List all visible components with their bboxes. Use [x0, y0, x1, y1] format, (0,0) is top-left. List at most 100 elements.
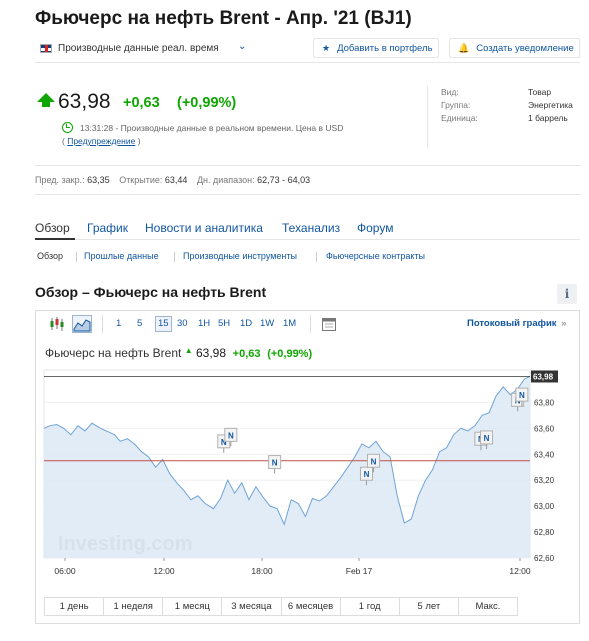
- unit-value: 1 баррель: [528, 113, 568, 123]
- realtime-note: 13:31:28 - Производные данные в реальном…: [80, 123, 344, 133]
- warning-close-paren: ): [137, 136, 141, 146]
- subtab-overview[interactable]: Обзор: [37, 251, 63, 261]
- chart-change: +0,63: [232, 348, 261, 360]
- news-marker-label: N: [228, 431, 234, 440]
- last-price: 63,98: [58, 90, 111, 113]
- x-tick-label: 12:00: [509, 566, 531, 576]
- tab-chart[interactable]: График: [87, 221, 128, 235]
- interval-1w[interactable]: 1W: [260, 318, 274, 329]
- info-icon[interactable]: i: [557, 284, 577, 304]
- up-small-icon: ▲: [184, 346, 193, 355]
- interval-30[interactable]: 30: [177, 318, 188, 329]
- interval-5h[interactable]: 5H: [218, 318, 230, 329]
- create-alert-button[interactable]: 🔔 Создать уведомление: [449, 38, 580, 58]
- page-title: Фьючерс на нефть Brent - Апр. '21 (BJ1): [35, 8, 412, 29]
- period-1d[interactable]: 1 день: [45, 598, 105, 615]
- create-alert-label: Создать уведомление: [476, 42, 574, 54]
- section-title: Обзор – Фьючерс на нефть Brent: [35, 284, 267, 300]
- bell-icon: 🔔: [458, 42, 470, 53]
- star-icon: ★: [322, 42, 331, 53]
- add-to-portfolio-label: Добавить в портфель: [337, 42, 433, 54]
- interval-1h[interactable]: 1H: [198, 318, 210, 329]
- chart-instrument-name: Фьючерс на нефть Brent: [45, 346, 182, 360]
- tab-technical[interactable]: Теханализ: [282, 221, 340, 235]
- type-value: Товар: [528, 87, 552, 97]
- area-chart-icon[interactable]: [72, 315, 92, 333]
- prev-close-value: 63,35: [87, 175, 110, 185]
- type-label: Вид:: [441, 87, 459, 97]
- realtime-data-selector[interactable]: Производные данные реал. время: [58, 43, 219, 54]
- info-divider: [427, 86, 428, 148]
- price-change-percent: (+0,99%): [177, 95, 237, 111]
- prev-close-label: Пред. закр.:: [35, 175, 85, 185]
- unit-label: Единица:: [441, 113, 478, 123]
- toolbar-divider: [310, 315, 311, 333]
- news-marker-label: N: [272, 459, 278, 468]
- double-chevron-icon: »: [561, 318, 567, 329]
- interval-15[interactable]: 15: [155, 316, 172, 332]
- period-3m[interactable]: 3 месяца: [222, 598, 282, 615]
- period-1m[interactable]: 1 месяц: [163, 598, 223, 615]
- interval-1[interactable]: 1: [116, 318, 121, 329]
- chevron-down-icon[interactable]: ⌄: [238, 41, 246, 52]
- period-1w[interactable]: 1 неделя: [104, 598, 164, 615]
- y-tick-label: 63,60: [534, 424, 555, 433]
- divider: [35, 194, 580, 195]
- chart-change-percent: (+0,99%): [267, 348, 313, 360]
- last-price-tag-label: 63,98: [533, 372, 554, 381]
- x-tick-label: 12:00: [153, 566, 175, 576]
- interval-1d[interactable]: 1D: [240, 318, 252, 329]
- price-chart[interactable]: 62,60 62,80 63,00 63,20 63,40 63,60 63,80 06:00…: [40, 366, 560, 582]
- x-tick-label: 06:00: [54, 566, 76, 576]
- streaming-chart-link[interactable]: Потоковый график »: [467, 318, 566, 329]
- y-tick-label: 63,80: [534, 398, 555, 407]
- period-1y[interactable]: 1 год: [341, 598, 400, 615]
- interval-1m[interactable]: 1M: [283, 318, 296, 329]
- news-marker-label: N: [484, 434, 490, 443]
- interval-5[interactable]: 5: [137, 318, 142, 329]
- tab-overview[interactable]: Обзор: [35, 221, 70, 235]
- news-marker-label: N: [519, 391, 525, 400]
- day-range-value: 62,73 - 64,03: [257, 175, 311, 185]
- price-change: +0,63: [123, 95, 160, 111]
- open-label: Открытие:: [119, 175, 163, 185]
- warning-link[interactable]: Предупреждение: [67, 136, 135, 146]
- group-value: Энергетика: [528, 100, 573, 110]
- chart-header: Фьючерс на нефть Brent ▲ 63,98 +0,63 (+0…: [45, 346, 312, 360]
- y-tick-label: 63,20: [534, 476, 555, 485]
- stats-row: Пред. закр.: 63,35 Открытие: 63,44 Дн. д…: [35, 175, 310, 185]
- subtab-divider: [76, 252, 77, 262]
- y-tick-label: 63,40: [534, 450, 555, 459]
- x-tick-label: 18:00: [251, 566, 273, 576]
- y-tick-label: 62,80: [534, 528, 555, 537]
- streaming-chart-label: Потоковый график: [467, 318, 557, 329]
- group-label: Группа:: [441, 100, 471, 110]
- news-marker-label: N: [364, 470, 370, 479]
- chart-price: 63,98: [195, 346, 226, 360]
- up-arrow-stem: [42, 101, 50, 107]
- subtab-derivatives[interactable]: Производные инструменты: [183, 251, 297, 261]
- add-to-portfolio-button[interactable]: ★ Добавить в портфель: [313, 38, 439, 58]
- divider: [35, 165, 580, 166]
- period-max[interactable]: Макс.: [459, 598, 517, 615]
- news-marker-label: N: [371, 457, 377, 466]
- period-selector: 1 день 1 неделя 1 месяц 3 месяца 6 месяц…: [44, 597, 518, 616]
- active-tab-underline: [35, 238, 75, 240]
- tab-news-analytics[interactable]: Новости и аналитика: [145, 221, 263, 235]
- subtab-historical[interactable]: Прошлые данные: [84, 251, 159, 261]
- warning-row: ( Предупреждение ): [62, 136, 141, 146]
- subtab-divider: [316, 252, 317, 262]
- x-tick-label: Feb 17: [346, 566, 373, 576]
- toolbar-divider: [102, 315, 103, 333]
- period-5y[interactable]: 5 лет: [400, 598, 459, 615]
- calendar-icon[interactable]: [321, 316, 337, 332]
- tab-forum[interactable]: Форум: [357, 221, 393, 235]
- uk-flag-icon: [40, 44, 52, 53]
- clock-icon: [62, 122, 73, 133]
- period-6m[interactable]: 6 месяцев: [282, 598, 341, 615]
- subtab-futures[interactable]: Фьючерсные контракты: [326, 251, 425, 261]
- y-tick-label: 62,60: [534, 554, 555, 563]
- candlestick-icon[interactable]: [49, 316, 65, 332]
- day-range-label: Дн. диапазон:: [196, 175, 255, 185]
- y-tick-label: 63,00: [534, 502, 555, 511]
